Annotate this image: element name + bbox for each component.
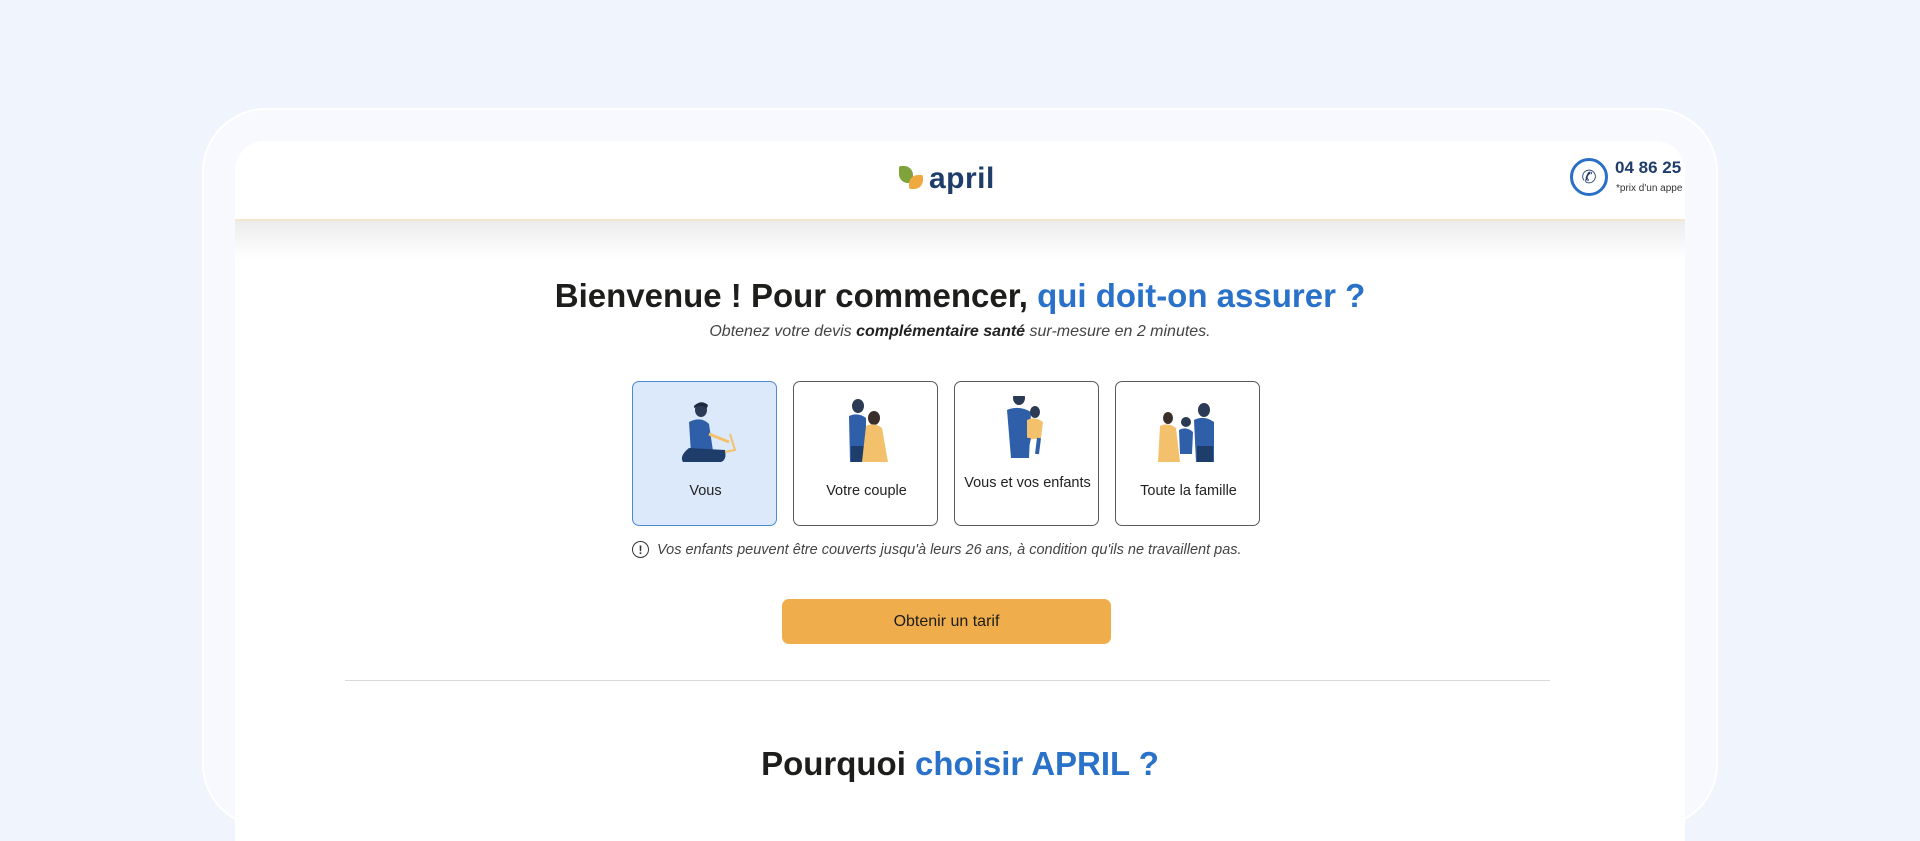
- page-screen: april ✆ 04 86 25 *prix d'un appe Bienven…: [235, 141, 1685, 841]
- option-label-couple: Votre couple: [826, 483, 907, 499]
- subtitle-bold: complémentaire santé: [856, 323, 1026, 340]
- phone-number[interactable]: 04 86 25: [1615, 158, 1681, 178]
- april-leaf-icon: [899, 166, 925, 192]
- section-divider: [345, 680, 1550, 681]
- phone-icon[interactable]: ✆: [1570, 158, 1608, 196]
- option-card-parent-enfants[interactable]: Vous et vos enfants: [954, 381, 1099, 526]
- logo-text: april: [929, 162, 995, 195]
- parent-with-child-illustration: [1007, 396, 1043, 458]
- page-title: Bienvenue ! Pour commencer, qui doit-on …: [235, 277, 1685, 315]
- get-quote-button[interactable]: Obtenir un tarif: [782, 599, 1111, 644]
- option-label-vous: Vous: [689, 483, 722, 499]
- phone-price-note: *prix d'un appe: [1616, 183, 1683, 194]
- title-accent: qui doit-on assurer ?: [1037, 277, 1366, 314]
- subtitle-after: sur-mesure en 2 minutes.: [1025, 323, 1211, 340]
- april-logo[interactable]: april: [899, 162, 995, 196]
- couple-illustration: [849, 399, 888, 462]
- children-age-info: ! Vos enfants peuvent être couverts jusq…: [632, 541, 1242, 558]
- exclamation-circle-icon: !: [632, 541, 649, 558]
- subtitle-before: Obtenez votre devis: [709, 323, 857, 340]
- option-label-famille: Toute la famille: [1140, 483, 1237, 499]
- page-subtitle: Obtenez votre devis complémentaire santé…: [235, 323, 1685, 341]
- family-illustration: [1158, 403, 1214, 462]
- section-title-main: Pourquoi: [761, 745, 916, 782]
- option-card-famille[interactable]: Toute la famille: [1115, 381, 1260, 526]
- option-card-couple[interactable]: Votre couple: [793, 381, 938, 526]
- site-header: april ✆ 04 86 25 *prix d'un appe: [235, 141, 1685, 221]
- person-with-laptop-illustration: [681, 402, 737, 462]
- title-main: Bienvenue ! Pour commencer,: [554, 277, 1038, 314]
- info-text: Vos enfants peuvent être couverts jusqu'…: [657, 541, 1242, 558]
- option-card-vous[interactable]: Vous: [632, 381, 777, 526]
- why-april-title: Pourquoi choisir APRIL ?: [235, 745, 1685, 783]
- header-shadow: [235, 221, 1685, 259]
- section-title-accent: choisir APRIL ?: [915, 745, 1159, 782]
- option-label-parent-enfants: Vous et vos enfants: [964, 475, 1091, 491]
